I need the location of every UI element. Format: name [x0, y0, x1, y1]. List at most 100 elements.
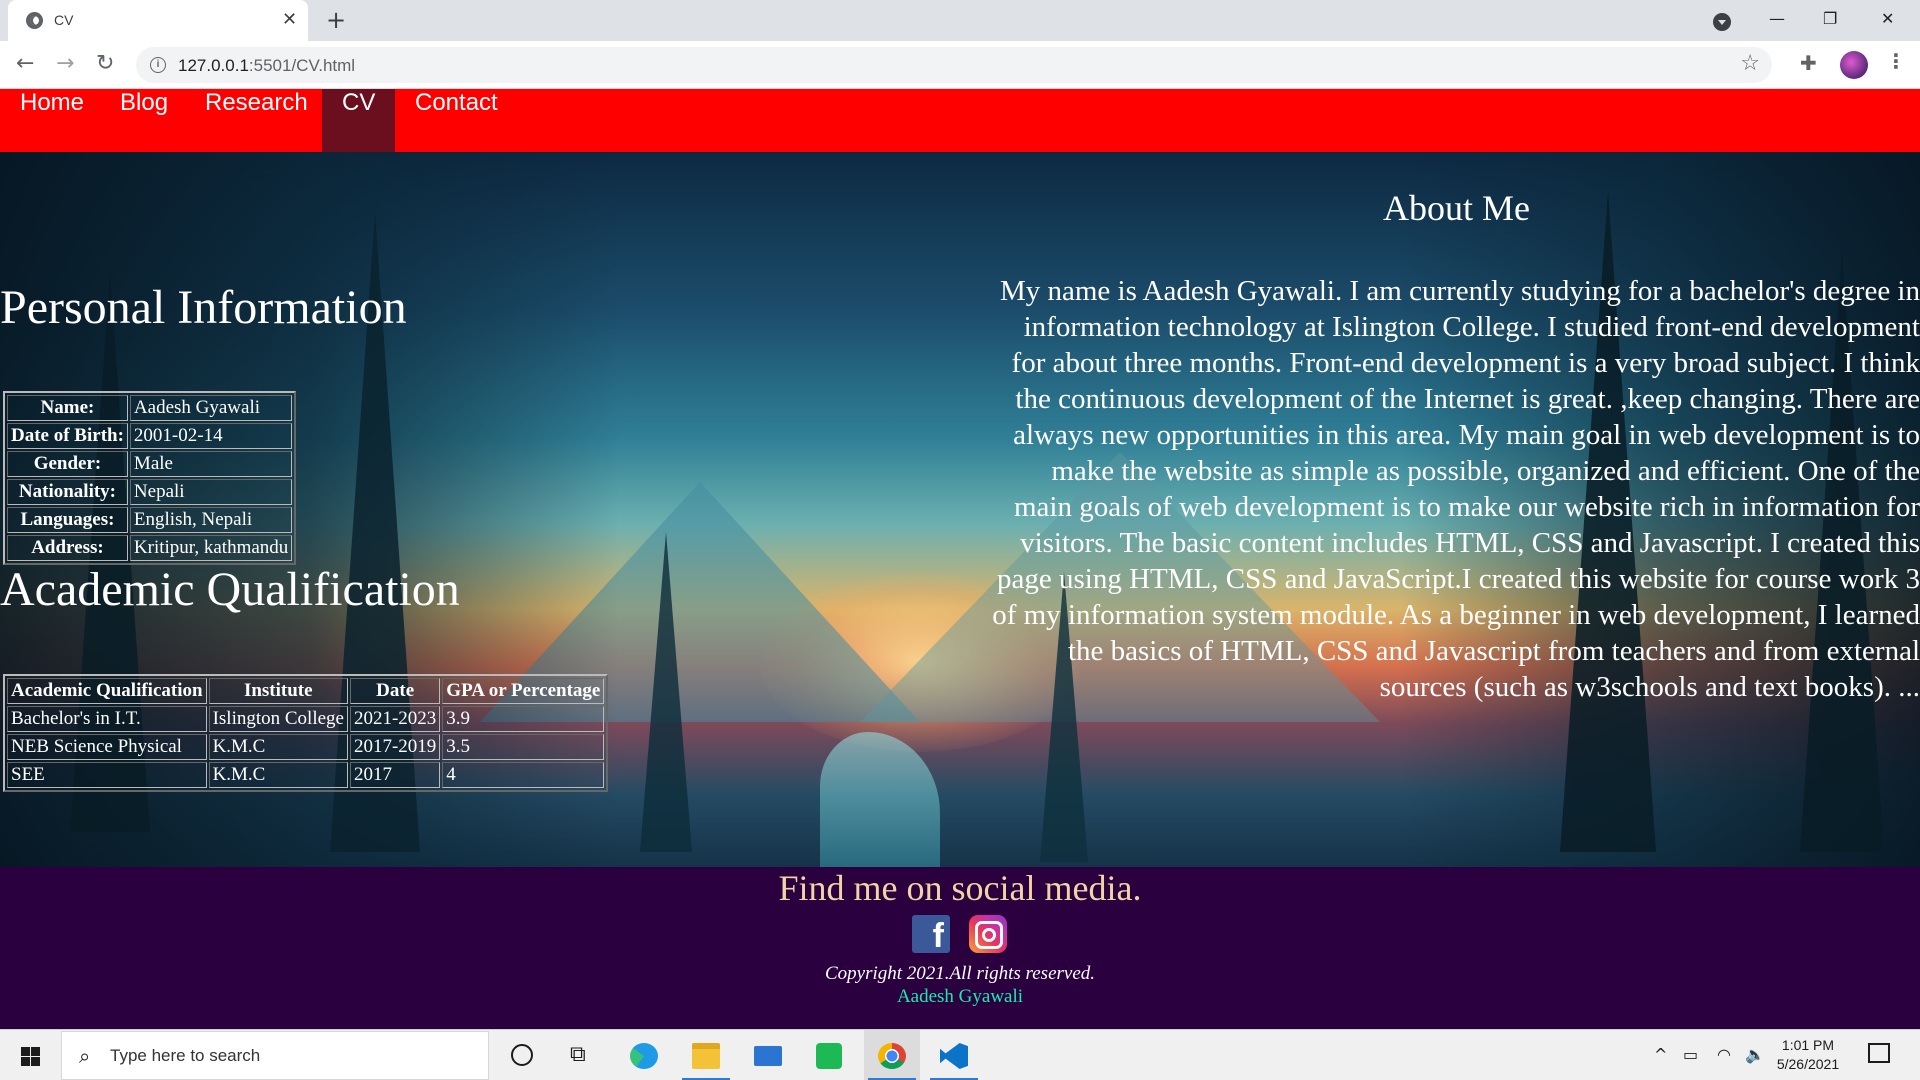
tab-close-icon[interactable]: ✕	[282, 9, 297, 31]
taskbar-search-box[interactable]: ⌕ Type here to search	[61, 1031, 489, 1080]
web-page: Home Blog Research CV Contact About Me P…	[0, 89, 1920, 1029]
nav-home[interactable]: Home	[0, 89, 104, 152]
table-cell: 2017-2019	[349, 734, 441, 760]
table-cell: 3.5	[442, 734, 605, 760]
wifi-icon[interactable]: ◠	[1717, 1045, 1731, 1064]
nav-contact[interactable]: Contact	[395, 89, 518, 152]
table-cell: Islington College	[208, 706, 348, 732]
row-value: English, Nepali	[129, 507, 293, 533]
clock-date: 5/26/2021	[1776, 1056, 1840, 1072]
row-value: Kritipur, kathmandu	[129, 535, 293, 561]
about-paragraph: My name is Aadesh Gyawali. I am currentl…	[992, 275, 1920, 703]
personal-information-table: Name: Aadesh Gyawali Date of Birth: 2001-0…	[3, 391, 297, 565]
minimize-icon[interactable]: —	[1769, 6, 1785, 32]
chrome-app[interactable]	[864, 1030, 920, 1080]
academic-qualification-heading: Academic Qualification	[0, 563, 460, 616]
vscode-app[interactable]	[926, 1030, 982, 1080]
table-row: Nationality: Nepali	[7, 479, 293, 505]
row-value: Aadesh Gyawali	[129, 395, 293, 421]
task-view-icon[interactable]: ⧉	[570, 1042, 586, 1067]
pine-tree	[640, 532, 692, 852]
browser-tab-strip: CV ✕ + — ❐ ✕	[0, 0, 1920, 41]
back-icon[interactable]: ←	[16, 51, 34, 77]
new-tab-icon[interactable]: +	[326, 6, 346, 34]
table-cell: NEB Science Physical	[7, 734, 207, 760]
tab-title: CV	[54, 12, 74, 28]
nav-research[interactable]: Research	[185, 89, 328, 152]
table-cell: 4	[442, 762, 605, 788]
facebook-icon[interactable]: f	[912, 915, 950, 953]
footer: Find me on social media. f Copyright 202…	[0, 867, 1920, 1029]
spotify-app[interactable]	[802, 1030, 858, 1080]
spotify-icon	[816, 1043, 842, 1069]
windows-start-icon[interactable]	[21, 1047, 40, 1066]
nav-cv[interactable]: CV	[322, 89, 396, 152]
row-label: Address:	[7, 535, 128, 561]
table-cell: 2021-2023	[349, 706, 441, 732]
footer-heading: Find me on social media.	[778, 868, 1142, 908]
vscode-icon	[940, 1043, 968, 1069]
url-text[interactable]: 127.0.0.1:5501/CV.html	[178, 56, 355, 76]
address-bar[interactable]: i 127.0.0.1:5501/CV.html ☆	[136, 47, 1772, 83]
windows-taskbar: ⌕ Type here to search ⧉ ^ ▭ ◠ 🔈 1:01 PM …	[0, 1029, 1920, 1080]
show-hidden-icons-icon[interactable]: ^	[1654, 1045, 1667, 1064]
about-heading: About Me	[1383, 188, 1530, 228]
chrome-icon	[878, 1043, 906, 1069]
table-cell: K.M.C	[208, 734, 348, 760]
copyright-text: Copyright 2021.All rights reserved.	[824, 963, 1096, 984]
row-label: Date of Birth:	[7, 423, 128, 449]
column-header: Date	[349, 678, 441, 704]
battery-icon[interactable]: ▭	[1683, 1045, 1698, 1064]
browser-tab[interactable]: CV ✕	[8, 0, 308, 41]
top-navigation: Home Blog Research CV Contact	[0, 89, 1920, 152]
river	[820, 732, 940, 867]
author-name: Aadesh Gyawali	[896, 986, 1024, 1007]
volume-icon[interactable]: 🔈	[1745, 1045, 1765, 1064]
restore-icon[interactable]: ❐	[1823, 6, 1837, 32]
nav-blog[interactable]: Blog	[100, 89, 188, 152]
table-row: Name: Aadesh Gyawali	[7, 395, 293, 421]
row-value: Nepali	[129, 479, 293, 505]
cortana-icon[interactable]	[511, 1044, 533, 1066]
mail-app[interactable]	[740, 1030, 796, 1080]
hero-section: About Me Personal Information Name: Aades…	[0, 152, 1920, 867]
system-clock[interactable]: 1:01 PM 5/26/2021	[1768, 1036, 1848, 1074]
file-explorer-icon	[692, 1043, 720, 1069]
mail-icon	[754, 1046, 782, 1066]
row-label: Languages:	[7, 507, 128, 533]
table-row: Address: Kritipur, kathmandu	[7, 535, 293, 561]
search-icon: ⌕	[79, 1044, 91, 1068]
url-host: 127.0.0.1	[178, 56, 249, 75]
site-info-icon[interactable]: i	[150, 57, 166, 73]
column-header: GPA or Percentage	[442, 678, 605, 704]
table-row: Gender: Male	[7, 451, 293, 477]
row-label: Nationality:	[7, 479, 128, 505]
profile-avatar[interactable]	[1840, 51, 1868, 79]
row-value: Male	[129, 451, 293, 477]
browser-toolbar: ← → ↻ i 127.0.0.1:5501/CV.html ☆ ✚ ⋮	[0, 41, 1920, 89]
row-label: Gender:	[7, 451, 128, 477]
personal-information-heading: Personal Information	[0, 281, 407, 334]
table-cell: 3.9	[442, 706, 605, 732]
file-explorer-app[interactable]	[678, 1030, 734, 1080]
table-row: Languages: English, Nepali	[7, 507, 293, 533]
reload-icon[interactable]: ↻	[96, 51, 114, 77]
bookmark-star-icon[interactable]: ☆	[1740, 51, 1760, 76]
social-links: f	[912, 915, 1008, 955]
forward-icon[interactable]: →	[56, 51, 74, 77]
menu-kebab-icon[interactable]: ⋮	[1886, 49, 1906, 73]
table-cell: 2017	[349, 762, 441, 788]
table-cell: K.M.C	[208, 762, 348, 788]
row-label: Name:	[7, 395, 128, 421]
table-row: SEE K.M.C 2017 4	[7, 762, 605, 788]
tab-favicon-globe-icon	[26, 12, 43, 29]
clock-time: 1:01 PM	[1781, 1037, 1835, 1053]
academic-qualification-table: Academic Qualification Institute Date GP…	[3, 674, 609, 792]
edge-app[interactable]	[616, 1030, 672, 1080]
notification-center-icon[interactable]	[1868, 1043, 1890, 1063]
url-path: :5501/CV.html	[248, 56, 356, 75]
extensions-icon[interactable]: ✚	[1800, 51, 1817, 75]
tab-search-icon[interactable]	[1713, 13, 1731, 31]
close-window-icon[interactable]: ✕	[1881, 6, 1894, 32]
instagram-icon[interactable]	[969, 915, 1007, 953]
